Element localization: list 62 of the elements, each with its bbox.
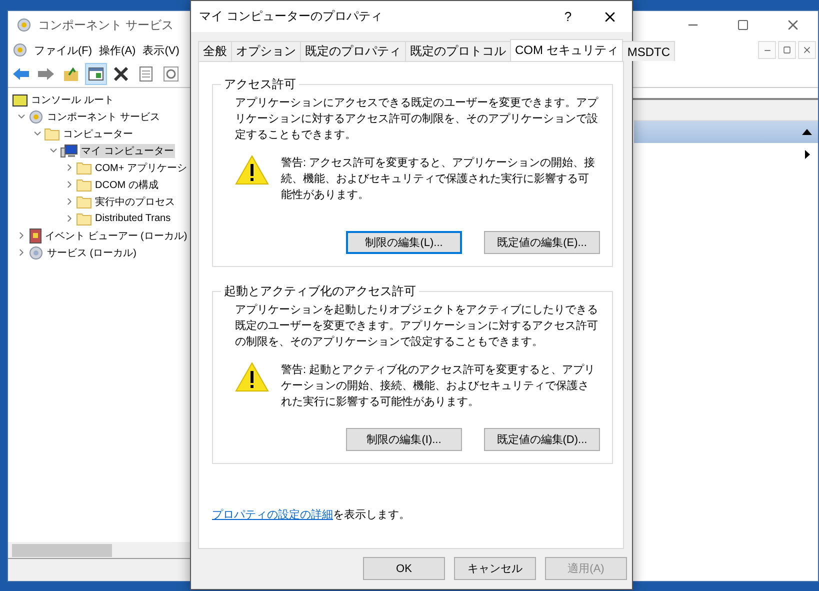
- refresh-icon[interactable]: [163, 66, 179, 82]
- tree-item[interactable]: コンポーネント サービス: [46, 110, 161, 124]
- computer-icon: [60, 144, 78, 158]
- description-text: アプリケーションを起動したりオブジェクトをアクティブにしたりできる既定のユーザーを変更できます。アプリケーションに対するアクセス許可の制限を、そのアプリケーションで設定することもできます。: [235, 302, 599, 350]
- tree-item[interactable]: DCOM の構成: [94, 178, 160, 192]
- tree-item[interactable]: Distributed Trans: [94, 213, 172, 224]
- folder-icon: [76, 178, 92, 192]
- dialog-button[interactable]: OK: [363, 557, 445, 580]
- folder-icon: [76, 160, 92, 174]
- warning-text: 警告: 起動とアクティブ化のアクセス許可を変更すると、アプリケーションの開始、接続、機能、およびセキュリティで保護された実行に影響する可能性があります。: [281, 362, 596, 410]
- properties-icon[interactable]: [138, 66, 154, 82]
- back-arrow-icon[interactable]: [12, 67, 30, 81]
- log-book-icon: [28, 228, 42, 244]
- restore-icon: [783, 46, 791, 54]
- component-icon: [16, 17, 32, 33]
- edit-button[interactable]: 既定値の編集(E)...: [484, 231, 600, 254]
- maximize-icon[interactable]: [737, 19, 749, 31]
- tree-item[interactable]: イベント ビューアー (ローカル): [44, 228, 188, 242]
- dialog-title: マイ コンピューターのプロパティ: [199, 8, 384, 25]
- component-icon: [28, 108, 44, 124]
- warning-text: 警告: アクセス許可を変更すると、アプリケーションの開始、接続、機能、およびセキュリティで保護された実行に影響する可能性があります。: [281, 156, 596, 203]
- tree-item[interactable]: サービス (ローカル): [46, 246, 138, 260]
- menu-item[interactable]: 操作(A): [98, 42, 137, 58]
- menu-item[interactable]: ファイル(F): [33, 42, 94, 58]
- edit-button[interactable]: 制限の編集(L)...: [346, 231, 462, 254]
- forward-arrow-icon[interactable]: [37, 67, 55, 81]
- collapse-triangle-icon[interactable]: [802, 129, 812, 135]
- close-button[interactable]: [798, 41, 816, 59]
- tree-item[interactable]: COM+ アプリケーシ: [94, 160, 188, 174]
- tab[interactable]: COM セキュリティ: [510, 39, 624, 61]
- submenu-triangle-icon[interactable]: [805, 150, 810, 158]
- tree-item[interactable]: コンピューター: [62, 126, 134, 140]
- folder-icon[interactable]: [63, 66, 79, 82]
- component-icon: [12, 42, 28, 58]
- group-title: 起動とアクティブ化のアクセス許可: [223, 283, 417, 300]
- window-title: コンポーネント サービス: [38, 16, 174, 34]
- menu-item[interactable]: 表示(V): [142, 42, 180, 58]
- tab[interactable]: 全般: [198, 41, 232, 61]
- folder-icon: [76, 212, 92, 226]
- folder-icon: [76, 194, 92, 208]
- folder-icon: [12, 92, 28, 106]
- horizontal-scrollbar[interactable]: [8, 542, 190, 558]
- folder-icon: [44, 126, 60, 140]
- description-text: アプリケーションにアクセスできる既定のユーザーを変更できます。アプリケーションに対するアクセス許可の制限を、そのアプリケーションで設定することもできます。: [235, 96, 600, 143]
- edit-button[interactable]: 制限の編集(I)...: [346, 428, 462, 451]
- close-icon: [802, 45, 812, 55]
- delete-icon[interactable]: [113, 66, 129, 82]
- dialog-button[interactable]: キャンセル: [454, 557, 536, 580]
- tree-item[interactable]: コンソール ルート: [30, 92, 115, 106]
- tree-item[interactable]: 実行中のプロセス: [94, 194, 176, 208]
- help-button[interactable]: ?: [548, 1, 588, 32]
- edit-button[interactable]: 既定値の編集(D)...: [484, 428, 600, 451]
- gear-icon: [28, 244, 44, 260]
- warning-icon: [235, 155, 269, 185]
- warning-icon: [235, 362, 269, 392]
- help-sentence: プロパティの設定の詳細を表示します。: [212, 508, 411, 522]
- window-icon[interactable]: [88, 67, 104, 81]
- restore-button[interactable]: [778, 41, 796, 59]
- tree-item[interactable]: マイ コンピューター: [80, 144, 175, 158]
- tab[interactable]: MSDTC: [622, 41, 676, 61]
- details-link[interactable]: プロパティの設定の詳細: [212, 509, 333, 521]
- group-title: アクセス許可: [223, 76, 297, 93]
